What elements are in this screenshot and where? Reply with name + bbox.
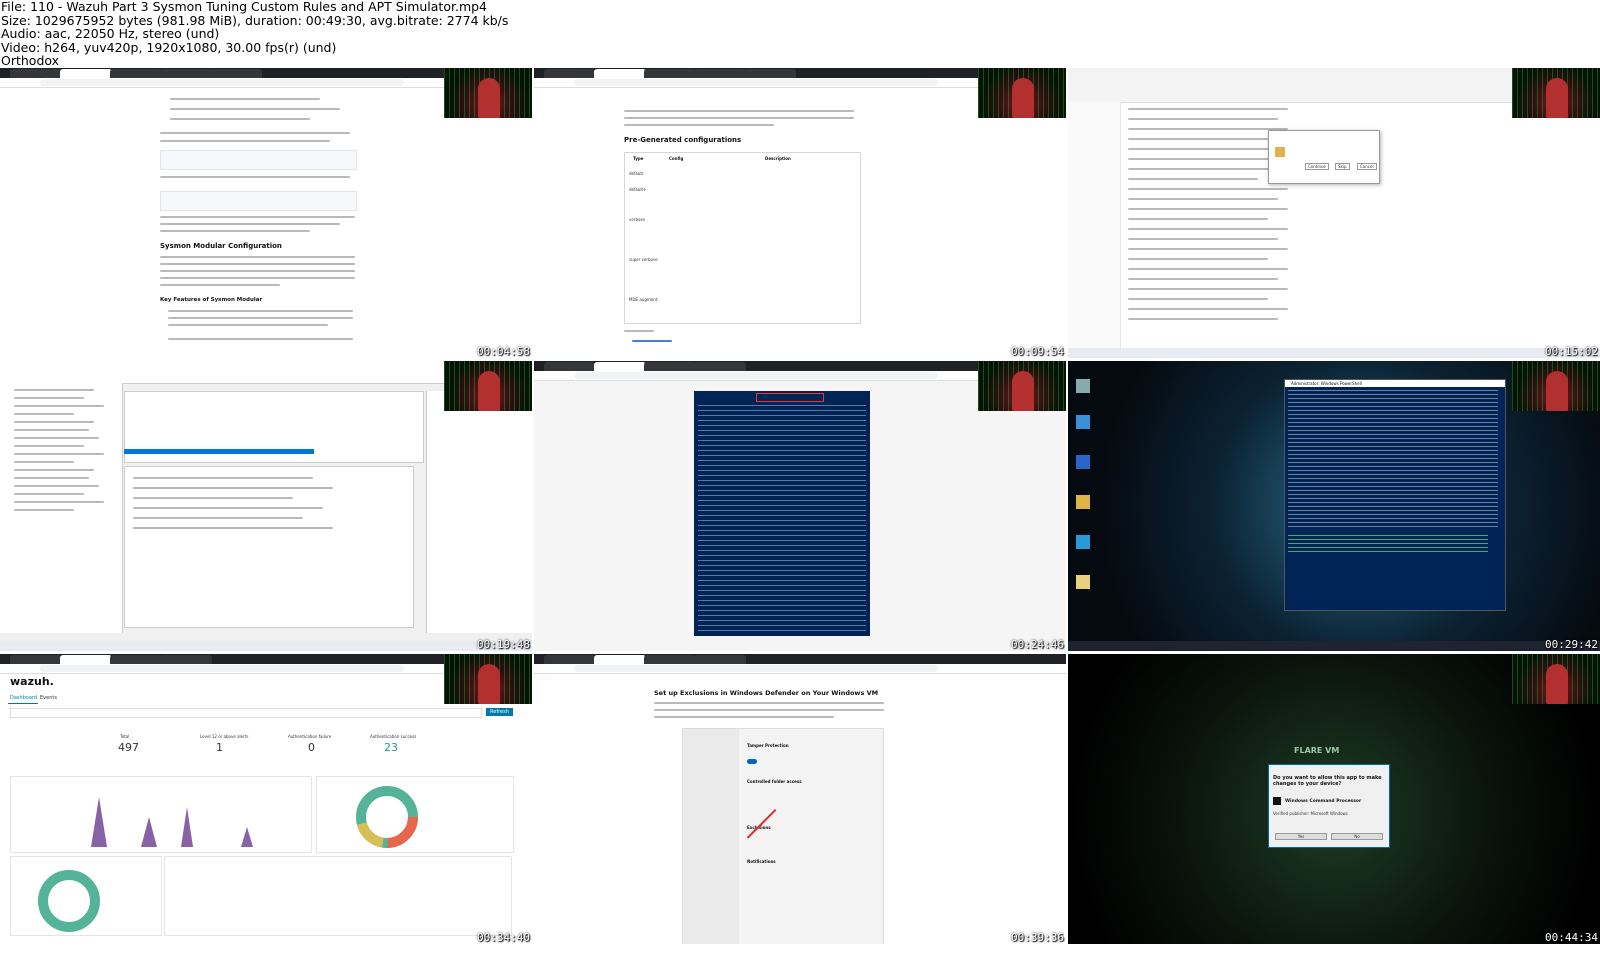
thumbnail-2[interactable]: Pre-Generated configurations Type Config… <box>534 68 1066 358</box>
config-table: Type Config Description default default+… <box>624 152 861 324</box>
uac-title: Do you want to allow this app to make ch… <box>1273 775 1382 787</box>
thumbnail-9[interactable]: FLARE VM Do you want to allow this app t… <box>1068 654 1600 944</box>
tab-events[interactable]: Events <box>40 696 57 701</box>
mitre-donut <box>316 776 514 853</box>
video-line: Video: h264, yuv420p, 1920x1080, 30.00 f… <box>1 39 337 55</box>
wazuh-logo: wazuh. <box>10 675 54 688</box>
stat-auth-failure: 0 <box>308 741 315 754</box>
heading-pregenerated: Pre-Generated configurations <box>624 136 742 144</box>
skip-button[interactable]: Skip <box>1335 163 1350 170</box>
thumbnail-8[interactable]: Set up Exclusions in Windows Defender on… <box>534 654 1066 944</box>
heading-key-features: Key Features of Sysmon Modular <box>160 297 263 303</box>
thumbnail-3[interactable]: Continue Skip Cancel 00:15:02 <box>1068 68 1600 358</box>
stat-auth-success: 23 <box>384 741 398 754</box>
destination-folder-dialog: Continue Skip Cancel <box>1268 130 1380 184</box>
cancel-button[interactable]: Cancel <box>1357 163 1377 170</box>
powershell-console <box>694 391 870 636</box>
timestamp: 00:04:58 <box>477 345 530 358</box>
file-info-header: File: 110 - Wazuh Part 3 Sysmon Tuning C… <box>0 0 1600 68</box>
refresh-button[interactable]: Refresh <box>486 708 513 716</box>
windows-security-window: Tamper Protection Controlled folder acce… <box>682 728 884 944</box>
stat-level12: 1 <box>216 741 223 754</box>
size-line: Size: 1029675952 bytes (981.98 MiB), dur… <box>1 12 509 28</box>
uac-dialog: Do you want to allow this app to make ch… <box>1268 764 1390 848</box>
thumbnail-5[interactable]: 00:24:46 <box>534 361 1066 651</box>
tab-dashboard[interactable]: Dashboard <box>10 696 37 701</box>
tag-line: Orthodox <box>1 53 60 69</box>
stat-total: 497 <box>118 741 139 754</box>
file-line: File: 110 - Wazuh Part 3 Sysmon Tuning C… <box>1 0 488 14</box>
uac-publisher: Verified publisher: Microsoft Windows <box>1273 811 1348 816</box>
audio-line: Audio: aac, 22050 Hz, stereo (und) <box>1 26 220 42</box>
thumbnail-1[interactable]: Sysmon Modular Configuration Key Feature… <box>0 68 532 358</box>
top-agents-donut <box>10 856 162 936</box>
uac-yes-button[interactable]: Yes <box>1275 833 1327 840</box>
alert-evolution-chart <box>10 776 312 853</box>
flare-vm-logo: FLARE VM <box>1294 746 1340 755</box>
admin-powershell-window: Administrator: Windows PowerShell <box>1284 379 1506 611</box>
heading-sysmon-modular: Sysmon Modular Configuration <box>160 242 282 250</box>
thumbnail-6[interactable]: Administrator: Windows PowerShell 00:29:… <box>1068 361 1600 651</box>
webcam-overlay <box>444 68 532 118</box>
exclusions-heading: Set up Exclusions in Windows Defender on… <box>654 689 879 697</box>
uac-no-button[interactable]: No <box>1331 833 1383 840</box>
uac-app-name: Windows Command Processor <box>1285 799 1362 804</box>
thumbnail-7[interactable]: wazuh. Dashboard Events Refresh Total 49… <box>0 654 532 944</box>
continue-button[interactable]: Continue <box>1305 163 1329 170</box>
thumbnail-4[interactable]: 00:19:48 <box>0 361 532 651</box>
